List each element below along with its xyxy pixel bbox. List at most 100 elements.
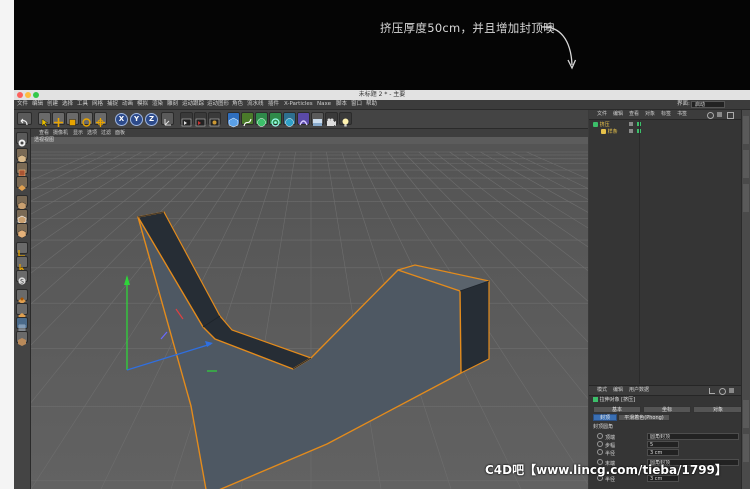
attr-steps-input[interactable]: 5 (647, 441, 679, 448)
menu-plugins[interactable]: 插件 (268, 100, 279, 109)
om-menu-tags[interactable]: 标签 (661, 110, 671, 119)
vertical-tab[interactable] (743, 400, 749, 428)
om-menu-view[interactable]: 查看 (629, 110, 639, 119)
x-axis-lock-button[interactable]: X (115, 113, 128, 126)
pen-spline-icon[interactable] (241, 112, 254, 127)
viewport-menu-options[interactable]: 选项 (87, 129, 97, 137)
attr-tab-basic[interactable]: 基本 (593, 406, 641, 413)
menu-character[interactable]: 角色 (232, 100, 243, 109)
om-lock-icon[interactable] (717, 112, 722, 117)
camera-icon[interactable] (325, 112, 338, 126)
viewport-canvas[interactable] (14, 144, 750, 489)
om-menu-objects[interactable]: 对象 (645, 110, 655, 119)
vertical-tab[interactable] (743, 434, 749, 462)
menu-x-particles[interactable]: X-Particles (284, 100, 313, 109)
texture-mode-icon[interactable] (16, 162, 28, 177)
light-icon[interactable] (339, 112, 352, 127)
recent-tool-icon[interactable] (94, 112, 107, 127)
menu-edit[interactable]: 编辑 (32, 100, 43, 109)
polygons-mode-icon[interactable] (16, 223, 28, 239)
z-axis-lock-button[interactable]: Z (145, 113, 158, 126)
coordinate-system-icon[interactable] (161, 112, 174, 126)
menu-create[interactable]: 创建 (47, 100, 58, 109)
mograph-cloner-icon[interactable] (283, 112, 296, 127)
render-settings-icon[interactable] (208, 112, 221, 127)
points-mode-icon[interactable] (16, 195, 28, 211)
deformer-icon[interactable] (297, 112, 310, 126)
attr-start-cap-select[interactable]: 圆角封顶 (647, 433, 739, 440)
menu-pipeline[interactable]: 流水线 (247, 100, 264, 109)
move-icon[interactable] (52, 112, 65, 127)
layout-select[interactable]: 启动 (691, 101, 725, 108)
am-search-icon[interactable] (719, 388, 726, 395)
render-picture-viewer-icon[interactable] (194, 112, 207, 127)
menu-animate[interactable]: 动画 (122, 100, 133, 109)
menu-simulate[interactable]: 模拟 (137, 100, 148, 109)
vertical-tab[interactable] (743, 150, 749, 178)
model-mode-icon[interactable] (16, 148, 28, 164)
make-editable-icon[interactable] (16, 132, 28, 147)
scale-icon[interactable] (66, 112, 79, 126)
object-row-spline[interactable]: 样条 (601, 129, 641, 136)
workplane-icon[interactable] (16, 176, 28, 191)
menu-tools[interactable]: 工具 (77, 100, 88, 109)
attr-tab-phong[interactable]: 平滑着色(Phong) (618, 414, 670, 421)
viewport-menu-panel[interactable]: 面板 (115, 129, 125, 137)
render-view-icon[interactable] (180, 112, 193, 127)
viewport-menu-display[interactable]: 显示 (73, 129, 83, 137)
am-menu-edit[interactable]: 编辑 (613, 386, 623, 395)
layout-label: 界面: (677, 101, 690, 107)
menu-naxe[interactable]: Naxe (317, 100, 331, 109)
perspective-viewport[interactable] (14, 144, 750, 489)
menu-snap[interactable]: 捕捉 (107, 100, 118, 109)
rotate-icon[interactable] (80, 112, 93, 127)
viewport-menu-cameras[interactable]: 摄像机 (53, 129, 68, 137)
menu-mesh[interactable]: 网格 (92, 100, 103, 109)
menu-select[interactable]: 选择 (62, 100, 73, 109)
vertical-tab[interactable] (743, 116, 749, 144)
attr-tab-caps[interactable]: 封顶 (593, 414, 617, 421)
edges-mode-icon[interactable] (16, 209, 28, 225)
visibility-dot-icon[interactable] (629, 122, 634, 126)
menu-render[interactable]: 渲染 (152, 100, 163, 109)
subdivision-surface-icon[interactable] (255, 112, 268, 127)
undo-icon[interactable] (17, 112, 32, 126)
menu-motion-tracking[interactable]: 运动跟踪 (182, 100, 204, 109)
array-generator-icon[interactable] (269, 112, 282, 127)
window-titlebar: 未标题 2 * - 主要 (14, 90, 750, 100)
y-axis-lock-button[interactable]: Y (130, 113, 143, 126)
am-menu-mode[interactable]: 模式 (597, 386, 607, 395)
menu-sculpt[interactable]: 雕刻 (167, 100, 178, 109)
om-menu-file[interactable]: 文件 (597, 110, 607, 119)
visibility-dot-icon[interactable] (629, 129, 634, 133)
viewport-menu-view[interactable]: 查看 (39, 129, 49, 137)
snap-icon[interactable]: S (16, 270, 28, 286)
menu-window[interactable]: 窗口 (351, 100, 362, 109)
am-lock-icon[interactable] (729, 388, 734, 393)
viewport-menu-filter[interactable]: 过滤 (101, 129, 111, 137)
am-back-arrow-icon[interactable] (709, 388, 715, 394)
om-search-icon[interactable] (707, 112, 714, 119)
live-selection-icon[interactable] (38, 112, 51, 128)
menu-help[interactable]: 帮助 (366, 100, 377, 109)
menu-file[interactable]: 文件 (17, 100, 28, 109)
attr-radius-input[interactable]: 3 cm (647, 449, 679, 456)
om-menu-edit[interactable]: 编辑 (613, 110, 623, 119)
planar-workplane-icon[interactable] (16, 303, 28, 319)
cube-primitive-icon[interactable] (227, 112, 240, 128)
vertical-tab[interactable] (743, 184, 749, 212)
grid-icon[interactable] (16, 317, 28, 332)
enable-axis-icon[interactable] (16, 242, 28, 257)
om-new-window-icon[interactable] (727, 112, 734, 119)
am-menu-user-data[interactable]: 用户数据 (629, 386, 649, 395)
menu-script[interactable]: 脚本 (336, 100, 347, 109)
solo-mode-icon[interactable] (16, 331, 28, 346)
menu-mograph[interactable]: 运动图形 (207, 100, 229, 109)
tweak-mode-icon[interactable] (16, 256, 28, 272)
attr-tab-coord[interactable]: 坐标 (643, 406, 691, 413)
attr-tab-object[interactable]: 对象 (693, 406, 743, 413)
om-menu-bookmarks[interactable]: 书签 (677, 110, 687, 119)
object-row-extrude[interactable]: 挤压 (593, 122, 641, 129)
lock-workplane-icon[interactable] (16, 289, 28, 304)
environment-icon[interactable] (311, 112, 324, 126)
